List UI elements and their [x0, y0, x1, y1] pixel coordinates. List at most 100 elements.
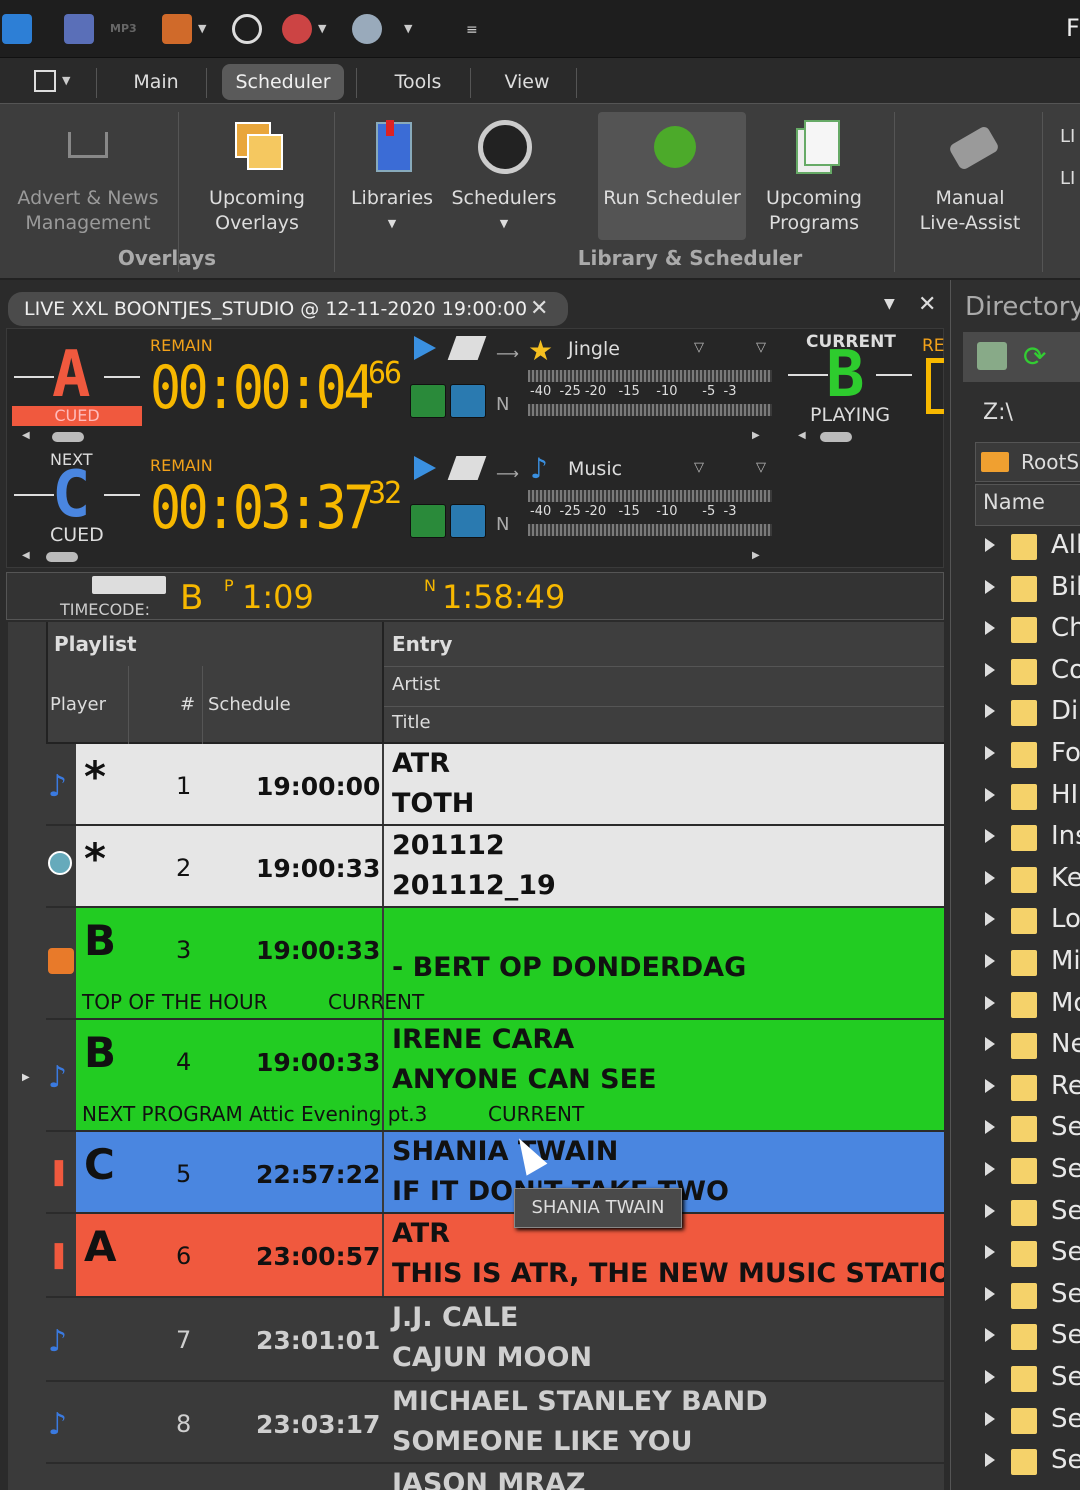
header-title[interactable]: Title	[392, 712, 431, 733]
folder-item[interactable]: Ke	[981, 861, 1080, 903]
mp3-icon[interactable]: MP3	[110, 22, 137, 35]
folder-item[interactable]: Ne	[981, 1027, 1080, 1069]
expand-arrow-icon[interactable]	[985, 829, 995, 844]
tab-tools[interactable]: Tools	[372, 64, 464, 100]
table-row[interactable]: ♪ 8 23:03:17 MICHAEL STANLEY BAND SOMEONE LI…	[46, 1382, 944, 1464]
progress-scrubber[interactable]	[46, 552, 78, 562]
upcoming-programs-button[interactable]: Upcoming Programs	[756, 112, 872, 236]
folder-item[interactable]: Di	[981, 694, 1080, 736]
chevron-down-icon[interactable]: ▽	[694, 340, 704, 355]
header-player[interactable]: Player	[50, 694, 106, 715]
expand-arrow-icon[interactable]	[985, 704, 995, 719]
app-menu-icon[interactable]	[34, 70, 56, 92]
expand-arrow-icon[interactable]	[985, 621, 995, 636]
close-tab-icon[interactable]: ✕	[530, 292, 548, 326]
folder-item[interactable]: Se	[981, 1152, 1080, 1194]
table-row[interactable]: ♪ * 1 19:00:00 ATR TOTH	[46, 744, 944, 826]
expand-arrow-icon[interactable]	[985, 954, 995, 968]
folder-item[interactable]: Se	[981, 1277, 1080, 1319]
next-button[interactable]	[450, 384, 486, 418]
folder-item[interactable]: Se	[981, 1235, 1080, 1277]
play-icon[interactable]	[414, 336, 436, 360]
scroll-left-icon[interactable]: ◀	[798, 430, 806, 441]
header-number[interactable]: #	[180, 694, 195, 715]
chevron-down-icon[interactable]: ▼	[198, 22, 206, 35]
ribbon-edge-item[interactable]: LI	[1060, 168, 1075, 189]
timecode-toggle[interactable]	[92, 576, 166, 594]
next-button[interactable]	[450, 504, 486, 538]
expand-arrow-icon[interactable]	[985, 1286, 995, 1301]
folder-item[interactable]: Fo	[981, 736, 1080, 778]
folder-item[interactable]: Se	[981, 1360, 1080, 1402]
expand-arrow-icon[interactable]	[985, 1162, 995, 1176]
microphone-icon[interactable]	[2, 14, 32, 44]
advert-news-button[interactable]: Advert & News Management	[8, 112, 168, 236]
play-pause-button[interactable]	[410, 504, 446, 538]
folder-item[interactable]: Mo	[981, 986, 1080, 1028]
table-row[interactable]: JASON MRAZ	[46, 1464, 944, 1490]
expand-arrow-icon[interactable]	[985, 1370, 995, 1384]
folder-item[interactable]: Bil	[981, 570, 1080, 612]
table-row[interactable]: ❚❚ A 6 23:00:57 ATR THIS IS ATR, THE NEW MUSI…	[46, 1214, 944, 1298]
globe-icon[interactable]	[282, 14, 312, 44]
header-playlist[interactable]: Playlist	[54, 632, 137, 656]
folder-item[interactable]: Se	[981, 1402, 1080, 1444]
tab-main[interactable]: Main	[110, 64, 202, 100]
expand-arrow-icon[interactable]	[985, 1245, 995, 1260]
play-icon[interactable]	[414, 456, 436, 480]
folder-item[interactable]: Se	[981, 1110, 1080, 1152]
libraries-button[interactable]: Libraries ▼	[346, 112, 438, 236]
scroll-left-icon[interactable]: ◀	[22, 430, 30, 441]
upload-icon[interactable]	[162, 14, 192, 44]
name-header[interactable]: Name	[983, 490, 1045, 514]
expand-arrow-icon[interactable]	[985, 1411, 995, 1426]
expand-arrow-icon[interactable]	[985, 787, 995, 802]
customize-icon[interactable]: ≡	[466, 22, 478, 38]
table-row[interactable]: ❚❚C522:57:22SHANIA TWAINIF IT DON'T TAKE…	[46, 1132, 944, 1214]
chevron-down-icon[interactable]: ▼	[884, 296, 895, 312]
document-tab[interactable]: LIVE XXL BOONTJES_STUDIO @ 12-11-2020 19…	[8, 292, 568, 326]
table-row[interactable]: ♪ 7 23:01:01 J.J. CALE CAJUN MOON	[46, 1298, 944, 1382]
expand-arrow-icon[interactable]	[985, 1328, 995, 1343]
tab-view[interactable]: View	[484, 64, 570, 100]
header-entry[interactable]: Entry	[392, 632, 452, 656]
clock-icon[interactable]	[232, 14, 262, 44]
expand-arrow-icon[interactable]	[985, 1078, 995, 1093]
expand-arrow-icon[interactable]	[985, 662, 995, 677]
folder-item[interactable]: Lo	[981, 902, 1080, 944]
expand-arrow-icon[interactable]	[985, 912, 995, 927]
header-artist[interactable]: Artist	[392, 674, 440, 695]
folder-item[interactable]: HI	[981, 778, 1080, 820]
chevron-down-icon[interactable]: ▽	[756, 340, 766, 355]
chevron-down-icon[interactable]: ▽	[756, 460, 766, 475]
folder-item[interactable]: All	[981, 528, 1080, 570]
close-panel-icon[interactable]: ✕	[918, 292, 936, 317]
progress-scrubber[interactable]	[820, 432, 852, 442]
expand-arrow-icon[interactable]	[985, 579, 995, 594]
add-folder-icon[interactable]	[977, 342, 1007, 370]
chevron-down-icon[interactable]: ▽	[694, 460, 704, 475]
refresh-icon[interactable]: ⟳	[1023, 340, 1046, 373]
folder-item[interactable]: Re	[981, 1069, 1080, 1111]
expand-arrow-icon[interactable]	[985, 995, 995, 1010]
table-row[interactable]: ♪ B 4 19:00:33 IRENE CARA ANYONE CAN SEE NEXT …	[46, 1020, 944, 1132]
folder-item[interactable]: Se	[981, 1194, 1080, 1236]
schedulers-button[interactable]: Schedulers ▼	[448, 112, 560, 236]
chevron-down-icon[interactable]: ▼	[62, 74, 70, 87]
expand-arrow-icon[interactable]	[985, 870, 995, 885]
expand-arrow-icon[interactable]	[985, 1120, 995, 1135]
table-row[interactable]: B 3 19:00:33 - BERT OP DONDERDAG TOP OF THE …	[46, 908, 944, 1020]
chevron-down-icon[interactable]: ▼	[318, 22, 326, 35]
expand-arrow-icon[interactable]	[985, 538, 995, 552]
expand-arrow-icon[interactable]	[985, 1453, 995, 1468]
upcoming-overlays-button[interactable]: Upcoming Overlays	[190, 112, 324, 236]
chevron-down-icon[interactable]: ▼	[404, 22, 412, 35]
header-schedule[interactable]: Schedule	[208, 694, 291, 715]
ribbon-edge-item[interactable]: LI	[1060, 126, 1075, 147]
scroll-right-icon[interactable]: ▶	[752, 550, 760, 561]
folder-item[interactable]: Ins	[981, 819, 1080, 861]
scroll-right-icon[interactable]: ▶	[752, 430, 760, 441]
web-icon[interactable]	[352, 14, 382, 44]
table-row[interactable]: * 2 19:00:33 201112 201112_19	[46, 826, 944, 908]
manual-live-assist-button[interactable]: Manual Live-Assist	[904, 112, 1036, 236]
